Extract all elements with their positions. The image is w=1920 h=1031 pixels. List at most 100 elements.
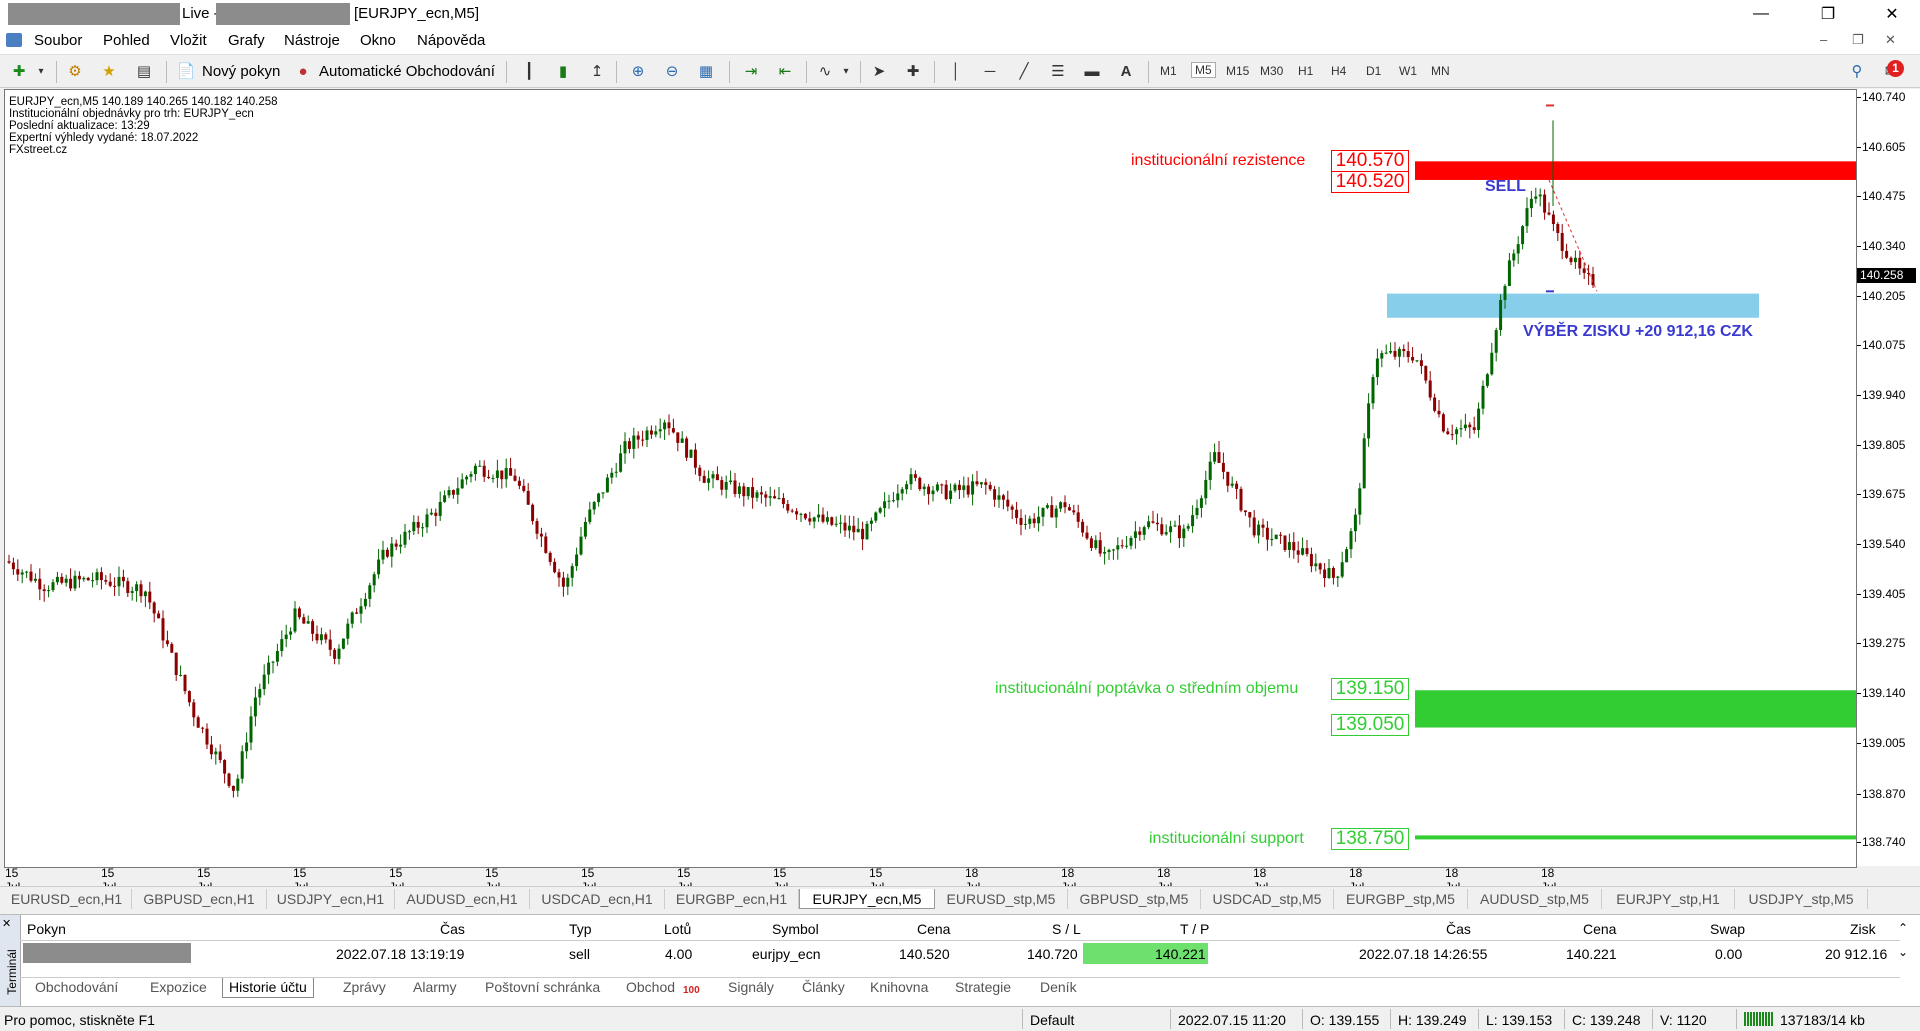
favorites-icon[interactable]: ★ <box>98 60 120 82</box>
auto-trading-icon[interactable]: ● <box>292 60 314 82</box>
header-type[interactable]: Typ <box>569 921 592 937</box>
trendline-icon[interactable]: ╱ <box>1013 60 1035 82</box>
symbol-tab[interactable]: EURUSD_stp,M5 <box>935 889 1068 909</box>
chart-shift-icon[interactable]: ⇤ <box>774 60 796 82</box>
row-open-price[interactable]: 140.520 <box>899 946 950 962</box>
tab-news[interactable]: Zprávy <box>343 979 386 995</box>
header-close-price[interactable]: Cena <box>1583 921 1616 937</box>
menu-view[interactable]: Pohled <box>103 32 150 49</box>
mdi-minimize-button[interactable]: – <box>1820 32 1827 47</box>
new-order-button[interactable]: Nový pokyn <box>202 63 280 80</box>
chart-area[interactable]: EURJPY_ecn,M5 140.189 140.265 140.182 14… <box>4 89 1857 868</box>
close-button[interactable]: ✕ <box>1864 0 1920 28</box>
symbol-tab[interactable]: GBPUSD_ecn,H1 <box>132 889 267 909</box>
timeframe-m1[interactable]: M1 <box>1160 64 1177 78</box>
timeframe-m30[interactable]: M30 <box>1260 64 1283 78</box>
search-icon[interactable]: ⚲ <box>1846 60 1868 82</box>
terminal-side-bar[interactable]: ✕ Terminál <box>0 915 21 1007</box>
header-close-time[interactable]: Čas <box>1446 921 1471 937</box>
candlestick-icon[interactable]: ▮ <box>552 60 574 82</box>
notification-badge[interactable]: 1 <box>1887 60 1904 77</box>
tab-mailbox[interactable]: Poštovní schránka <box>485 979 600 995</box>
scroll-up-icon[interactable]: ⌃ <box>1898 921 1908 935</box>
menu-help[interactable]: Nápověda <box>417 32 485 49</box>
tab-strategies[interactable]: Strategie <box>955 979 1011 995</box>
auto-scroll-icon[interactable]: ⇥ <box>740 60 762 82</box>
menu-file[interactable]: Soubor <box>34 32 82 49</box>
tile-windows-icon[interactable]: ▦ <box>695 60 717 82</box>
new-order-icon[interactable]: 📄 <box>175 60 197 82</box>
mdi-restore-button[interactable]: ❐ <box>1852 32 1864 48</box>
header-order[interactable]: Pokyn <box>27 921 66 937</box>
tab-articles[interactable]: Články <box>802 979 845 995</box>
navigator-icon[interactable]: ▤ <box>133 60 155 82</box>
symbol-tab[interactable]: EURJPY_stp,H1 <box>1602 889 1735 909</box>
header-open-time[interactable]: Čas <box>440 921 465 937</box>
vertical-line-icon[interactable]: │ <box>945 60 967 82</box>
tab-trade[interactable]: Obchodování <box>35 979 118 995</box>
header-sl[interactable]: S / L <box>1052 921 1081 937</box>
row-symbol[interactable]: eurjpy_ecn <box>752 946 821 962</box>
maximize-button[interactable]: ❐ <box>1800 0 1856 28</box>
channel-icon[interactable]: ☰ <box>1047 60 1069 82</box>
symbol-tab[interactable]: USDJPY_stp,M5 <box>1735 889 1868 909</box>
profiles-icon[interactable]: ⚙ <box>64 60 86 82</box>
tab-exposure[interactable]: Expozice <box>150 979 207 995</box>
symbol-tab[interactable]: EURGBP_ecn,H1 <box>665 889 799 909</box>
connection-icon[interactable] <box>1744 1012 1774 1026</box>
row-lots[interactable]: 4.00 <box>665 946 692 962</box>
symbol-tab[interactable]: AUDUSD_ecn,H1 <box>395 889 530 909</box>
new-chart-icon[interactable]: ✚ <box>8 60 30 82</box>
header-open-price[interactable]: Cena <box>917 921 950 937</box>
scroll-down-icon[interactable]: ⌄ <box>1898 945 1908 959</box>
symbol-tab[interactable]: USDCAD_stp,M5 <box>1201 889 1334 909</box>
header-symbol[interactable]: Symbol <box>772 921 819 937</box>
status-profile[interactable]: Default <box>1030 1012 1074 1028</box>
symbol-tab[interactable]: USDJPY_ecn,H1 <box>267 889 395 909</box>
menu-window[interactable]: Okno <box>360 32 396 49</box>
symbol-tab[interactable]: EURGBP_stp,M5 <box>1334 889 1468 909</box>
tab-journal[interactable]: Deník <box>1040 979 1077 995</box>
rectangle-icon[interactable]: ▬ <box>1081 60 1103 82</box>
tab-alerts[interactable]: Alarmy <box>413 979 457 995</box>
row-profit[interactable]: 20 912.16 <box>1825 946 1887 962</box>
minimize-button[interactable]: — <box>1733 0 1789 28</box>
row-sl[interactable]: 140.720 <box>1027 946 1078 962</box>
bar-chart-icon[interactable]: ┃ <box>518 60 540 82</box>
header-lots[interactable]: Lotů <box>664 921 691 937</box>
text-tool-icon[interactable]: A <box>1115 60 1137 82</box>
row-open-time[interactable]: 2022.07.18 13:19:19 <box>336 946 464 962</box>
tab-library[interactable]: Knihovna <box>870 979 928 995</box>
tab-account-history[interactable]: Historie účtu <box>222 978 314 998</box>
row-close-price[interactable]: 140.221 <box>1566 946 1617 962</box>
timeframe-d1[interactable]: D1 <box>1366 64 1381 78</box>
timeframe-m5[interactable]: M5 <box>1191 62 1216 78</box>
timeframe-m15[interactable]: M15 <box>1226 64 1249 78</box>
timeframe-mn[interactable]: MN <box>1431 64 1450 78</box>
zoom-out-icon[interactable]: ⊖ <box>661 60 683 82</box>
line-chart-icon[interactable]: ↥ <box>586 60 608 82</box>
symbol-tab[interactable]: USDCAD_ecn,H1 <box>530 889 665 909</box>
symbol-tab[interactable]: EURJPY_ecn,M5 <box>799 889 935 909</box>
symbol-tab[interactable]: EURUSD_ecn,H1 <box>2 889 132 909</box>
auto-trading-button[interactable]: Automatické Obchodování <box>319 63 495 80</box>
menu-insert[interactable]: Vložit <box>170 32 207 49</box>
row-tp[interactable]: 140.221 <box>1155 946 1206 962</box>
timeframe-h4[interactable]: H4 <box>1331 64 1346 78</box>
app-icon[interactable] <box>6 33 22 47</box>
indicators-icon[interactable]: ∿ <box>814 60 836 82</box>
dropdown-arrow-icon[interactable]: ▾ <box>30 60 52 82</box>
price-axis[interactable]: 140.740 140.605 140.475 140.340 140.205 140.0… <box>1857 89 1920 866</box>
header-profit[interactable]: Zisk <box>1850 921 1876 937</box>
symbol-tab[interactable]: GBPUSD_stp,M5 <box>1068 889 1201 909</box>
mdi-close-button[interactable]: ✕ <box>1885 32 1896 48</box>
row-swap[interactable]: 0.00 <box>1715 946 1742 962</box>
indicators-dropdown-icon[interactable]: ▾ <box>835 60 857 82</box>
row-close-time[interactable]: 2022.07.18 14:26:55 <box>1359 946 1487 962</box>
tab-signals[interactable]: Signály <box>728 979 774 995</box>
horizontal-line-icon[interactable]: ─ <box>979 60 1001 82</box>
crosshair-icon[interactable]: ✚ <box>902 60 924 82</box>
terminal-close-icon[interactable]: ✕ <box>2 917 11 930</box>
zoom-in-icon[interactable]: ⊕ <box>627 60 649 82</box>
menu-tools[interactable]: Nástroje <box>284 32 340 49</box>
